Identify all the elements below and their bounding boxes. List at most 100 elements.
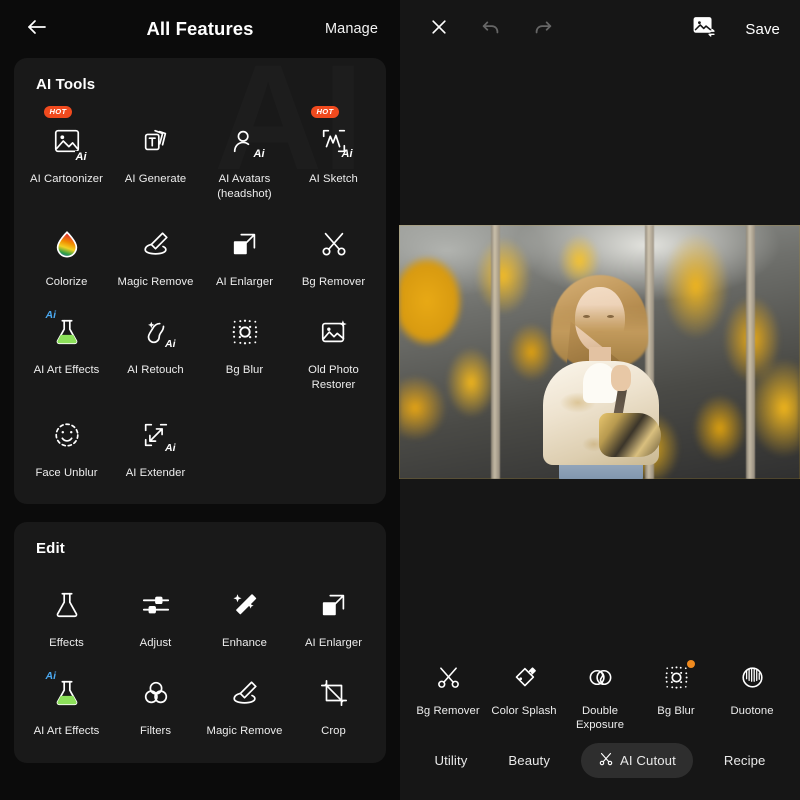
tool-label: Bg Blur [657,704,695,717]
tile-label: Filters [139,725,172,738]
ai-image-icon: Ai [47,121,88,163]
redo-icon [532,16,554,43]
tile-label: AI Art Effects [33,725,100,738]
close-button[interactable] [420,10,458,48]
tab-recipe[interactable]: Recipe [714,745,776,776]
tile-ai-avatars[interactable]: Ai AI Avatars (headshot) [200,113,289,212]
tab-label: AI Cutout [619,753,676,768]
tile-ai-enlarger-edit[interactable]: AI Enlarger [289,577,378,661]
tile-colorize[interactable]: Colorize [22,216,111,300]
ai-flask-icon: Ai [46,670,87,713]
expand-square-icon [225,224,265,264]
editor-panel: Save Bg Remover Color Splash Double Expo… [399,0,800,800]
tile-label: AI Avatars (headshot) [217,173,272,200]
image-compare-icon [692,14,717,44]
photo-post [491,225,500,480]
tile-old-photo-restorer[interactable]: Old Photo Restorer [289,304,378,403]
badge-hot: HOT [311,106,339,118]
crop-icon [314,673,354,713]
app-root: All Features Manage AI AI Tools [0,0,800,800]
tile-label: Bg Remover [301,275,366,288]
tile-label: AI Enlarger [215,275,274,288]
tile-ai-retouch[interactable]: Ai AI Retouch [111,304,200,403]
tile-filters[interactable]: Filters [111,665,200,749]
tile-label: Old Photo Restorer [308,363,359,391]
tab-utility[interactable]: Utility [424,745,477,776]
tile-effects[interactable]: Effects [22,577,111,661]
tile-label: Magic Remove [117,275,194,288]
tool-bg-blur[interactable]: Bg Blur [640,659,712,719]
tab-ai-cutout[interactable]: AI Cutout [580,743,693,778]
tab-beauty[interactable]: Beauty [498,745,560,776]
section-edit: Edit Effects Adjust Enhance AI Enlarger … [14,522,386,764]
ai-extender-icon: Ai [136,415,176,455]
tool-double-exposure[interactable]: Double Exposure [564,661,636,733]
tile-ai-cartoonizer[interactable]: Ai HOT AI Cartoonizer [22,106,111,212]
badge-dot [687,659,695,668]
editor-tab-bar: Utility Beauty AI Cutout Recipe [400,739,800,800]
tile-bg-blur[interactable]: Bg Blur [200,304,289,403]
manage-button[interactable]: Manage [325,21,378,37]
undo-icon [480,16,502,43]
section-ai-tools: AI AI Tools Ai HOT AI Cart [14,58,386,505]
tool-label: Duotone [730,704,774,717]
paint-bucket-icon [507,661,541,695]
editor-header: Save [400,0,800,58]
tool-label: Double Exposure [575,704,625,732]
scissors-icon [598,751,614,770]
tile-label: Colorize [45,275,88,288]
flask-icon [47,585,87,625]
tile-label: Magic Remove [206,725,283,738]
tile-magic-remove[interactable]: Magic Remove [111,216,200,300]
tool-label: Bg Remover [416,704,480,717]
ai-retouch-icon: Ai [136,312,176,352]
tab-label: Utility [434,753,468,768]
save-button[interactable]: Save [745,21,780,38]
duotone-circle-icon [735,661,769,695]
tile-label: AI Generate [124,173,187,185]
ai-sketch-icon: Ai [314,121,354,161]
redo-button[interactable] [524,10,562,48]
scissors-icon [314,224,354,264]
tile-ai-generate[interactable]: AI Generate [111,113,200,212]
tile-ai-art-effects-edit[interactable]: Ai AI Art Effects [22,665,111,749]
undo-button[interactable] [472,10,510,48]
ai-person-icon: Ai [225,121,265,161]
back-button[interactable] [22,14,52,44]
tool-bg-remover[interactable]: Bg Remover [412,661,484,719]
tile-ai-extender[interactable]: Ai AI Extender [111,407,200,491]
magic-wand-icon [225,585,265,625]
photo-post [746,225,755,480]
tile-magic-remove-edit[interactable]: Magic Remove [200,665,289,749]
arrow-left-icon [25,15,49,44]
section-title-ai-tools: AI Tools [36,76,96,93]
tool-duotone[interactable]: Duotone [716,661,788,719]
bg-blur-icon [225,312,265,352]
tile-crop[interactable]: Crop [289,665,378,749]
face-unblur-icon [47,415,87,455]
features-scroll[interactable]: AI AI Tools Ai HOT AI Cart [0,58,400,764]
tile-enhance[interactable]: Enhance [200,577,289,661]
tool-color-splash[interactable]: Color Splash [488,661,560,719]
eraser-pencil-icon [136,224,176,264]
features-header: All Features Manage [0,0,400,58]
tile-face-unblur[interactable]: Face Unblur [22,407,111,491]
compare-button[interactable] [685,10,723,48]
badge-hot: HOT [44,106,72,118]
tile-label: Face Unblur [35,466,98,479]
tile-label: AI Cartoonizer [30,173,103,185]
tile-ai-art-effects[interactable]: Ai AI Art Effects [22,304,111,403]
photo-canvas[interactable] [399,58,800,647]
edited-photo[interactable] [399,225,800,480]
tile-ai-sketch[interactable]: Ai HOT AI Sketch [289,106,378,212]
tile-label: Bg Blur [225,363,264,376]
features-panel: All Features Manage AI AI Tools [0,0,400,800]
bg-blur-icon [659,659,695,695]
photo-sparkle-icon [314,312,354,352]
tile-bg-remover[interactable]: Bg Remover [289,216,378,300]
tile-label: AI Art Effects [33,363,100,376]
rainbow-droplet-icon [47,224,87,264]
tile-adjust[interactable]: Adjust [111,577,200,661]
tile-label: AI Retouch [127,363,184,376]
tile-ai-enlarger[interactable]: AI Enlarger [200,216,289,300]
